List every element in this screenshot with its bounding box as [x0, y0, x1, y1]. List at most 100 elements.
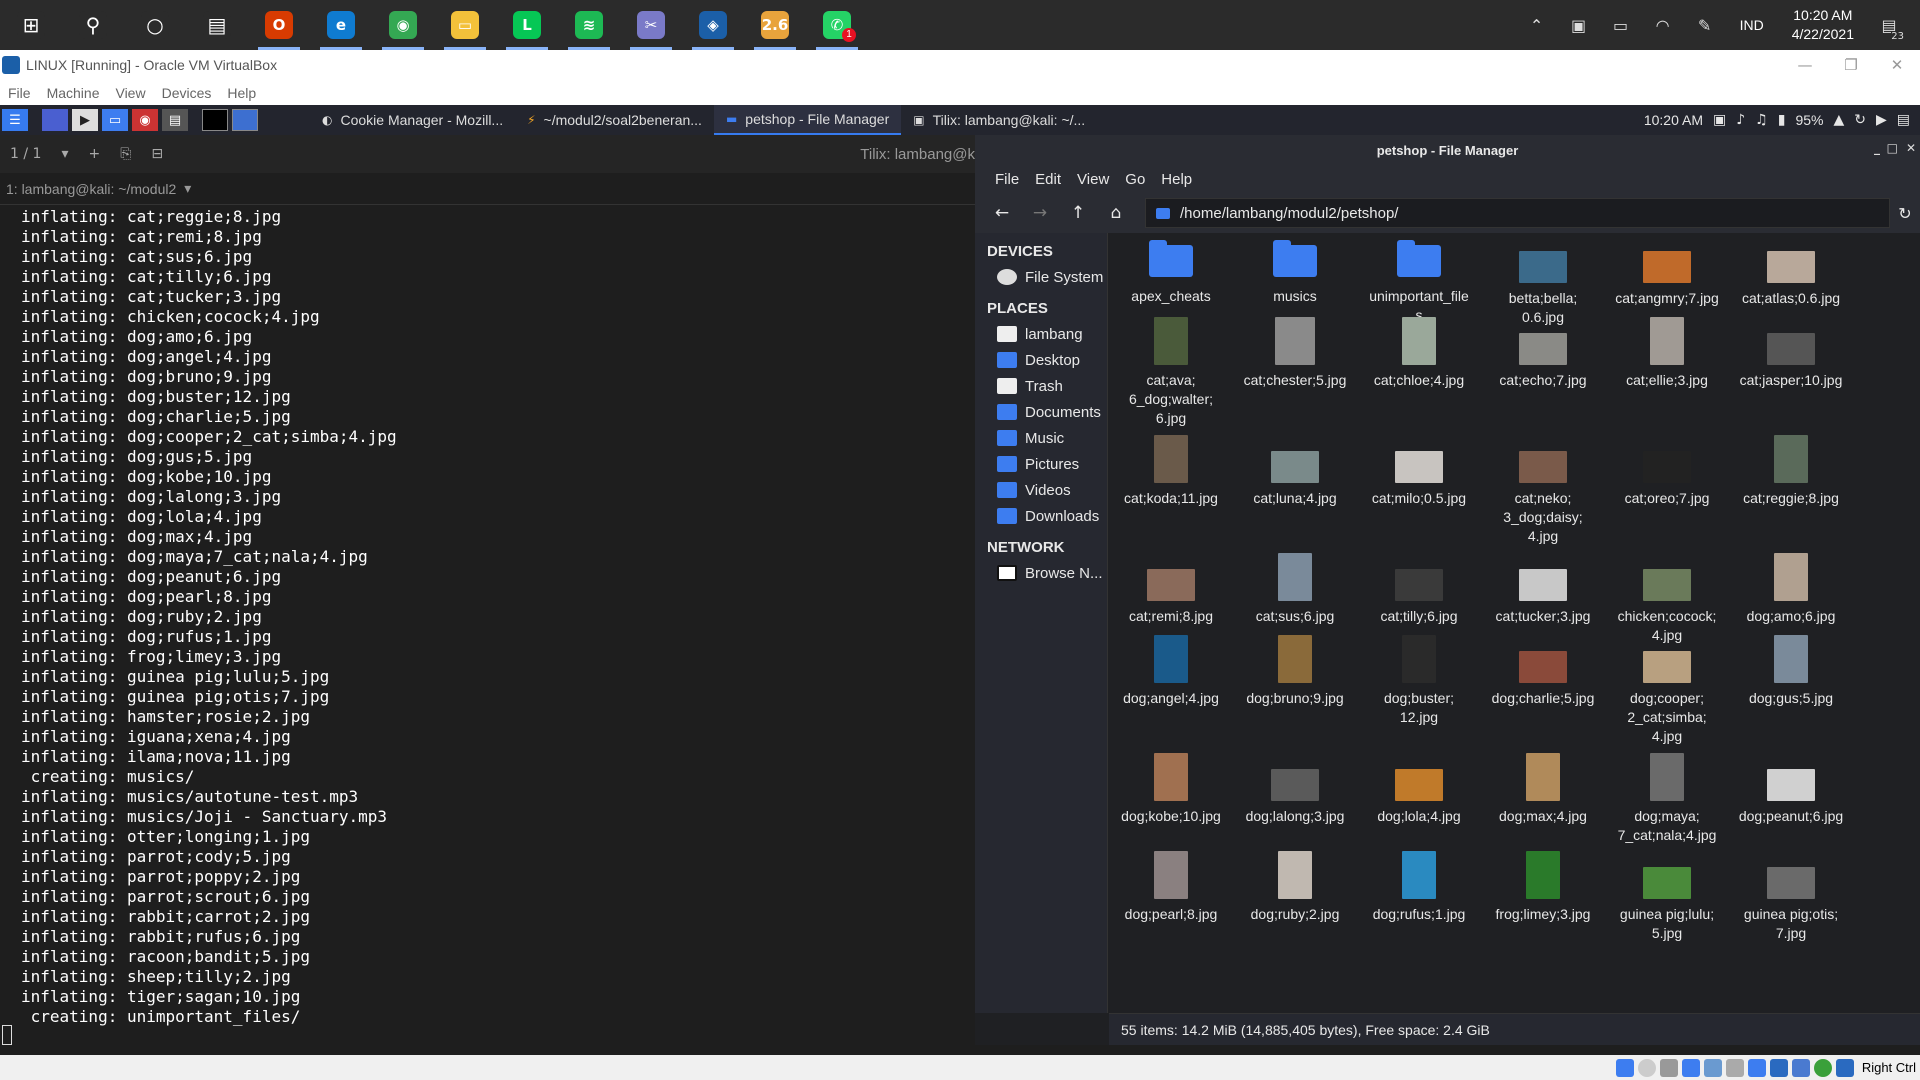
sidebar-item-desktop[interactable]: Desktop: [975, 347, 1107, 373]
add-terminal-icon[interactable]: +: [78, 146, 110, 162]
chevron-down-icon[interactable]: ▾: [51, 146, 78, 162]
file-item[interactable]: dog;lola;4.jpg: [1357, 753, 1481, 826]
sidebar-icon[interactable]: ⊟: [141, 146, 173, 162]
browser-launcher-icon[interactable]: ◉: [132, 109, 158, 131]
chevron-up-icon[interactable]: ⌃: [1516, 0, 1558, 50]
refresh-icon[interactable]: ↻: [1854, 112, 1866, 128]
file-item[interactable]: cat;echo;7.jpg: [1481, 317, 1605, 390]
search-icon[interactable]: ⚲: [62, 0, 124, 50]
fm-menu-help[interactable]: Help: [1153, 171, 1200, 188]
file-item[interactable]: dog;bruno;9.jpg: [1233, 635, 1357, 708]
power-icon[interactable]: ▤: [1897, 112, 1910, 128]
file-item[interactable]: cat;ava; 6_dog;walter; 6.jpg: [1109, 317, 1233, 428]
file-item[interactable]: betta;bella; 0.6.jpg: [1481, 235, 1605, 327]
kali-menu-icon[interactable]: ☰: [2, 109, 28, 131]
file-item[interactable]: cat;angmry;7.jpg: [1605, 235, 1729, 308]
task-cookie-manager[interactable]: ◐ Cookie Manager - Mozill...: [310, 105, 515, 135]
file-item[interactable]: dog;rufus;1.jpg: [1357, 851, 1481, 924]
vbox-menu-devices[interactable]: Devices: [154, 85, 220, 101]
sidebar-item-trash[interactable]: Trash: [975, 373, 1107, 399]
sidebar-item-browse-n-[interactable]: Browse N...: [975, 560, 1107, 586]
mouse-icon[interactable]: [1813, 1058, 1832, 1077]
audio-icon[interactable]: [1659, 1058, 1678, 1077]
vbox-menu-view[interactable]: View: [107, 85, 153, 101]
app-26-icon[interactable]: 2.6: [744, 0, 806, 50]
workspace-icon[interactable]: [42, 109, 68, 131]
file-item[interactable]: cat;tilly;6.jpg: [1357, 553, 1481, 626]
spotify-icon[interactable]: ≋: [558, 0, 620, 50]
reload-button[interactable]: ↻: [1890, 204, 1920, 223]
sidebar-item-music[interactable]: Music: [975, 425, 1107, 451]
file-item[interactable]: dog;peanut;6.jpg: [1729, 753, 1853, 826]
line-icon[interactable]: L: [496, 0, 558, 50]
minimize-button[interactable]: —: [1782, 50, 1828, 80]
screen-icon[interactable]: ▣: [1713, 112, 1726, 128]
shared-folder-icon[interactable]: [1725, 1058, 1744, 1077]
start-icon[interactable]: ⊞: [0, 0, 62, 50]
file-item[interactable]: cat;reggie;8.jpg: [1729, 435, 1853, 508]
vbox-menu-help[interactable]: Help: [219, 85, 264, 101]
terminal-output[interactable]: inflating: cat;reggie;8.jpg inflating: ca…: [0, 205, 975, 1027]
session-counter[interactable]: 1 / 1: [0, 146, 51, 162]
file-item[interactable]: cat;milo;0.5.jpg: [1357, 435, 1481, 508]
sidebar-item-file-system[interactable]: File System: [975, 264, 1107, 290]
location-bar[interactable]: /home/lambang/modul2/petshop/: [1145, 198, 1890, 228]
file-item[interactable]: dog;gus;5.jpg: [1729, 635, 1853, 708]
vbox-menu-machine[interactable]: Machine: [39, 85, 108, 101]
workspace-2-icon[interactable]: [232, 109, 258, 131]
file-item[interactable]: cat;ellie;3.jpg: [1605, 317, 1729, 390]
bell-icon[interactable]: ♫: [1755, 112, 1768, 128]
cpu-icon[interactable]: [1791, 1058, 1810, 1077]
folder-item[interactable]: apex_cheats: [1109, 235, 1233, 306]
network-icon[interactable]: [1681, 1058, 1700, 1077]
office-icon[interactable]: O: [248, 0, 310, 50]
language-indicator[interactable]: IND: [1726, 17, 1778, 33]
battery-icon[interactable]: ▭: [1600, 0, 1642, 50]
task-tilix[interactable]: ▣ Tilix: lambang@kali: ~/...: [901, 105, 1097, 135]
usb-icon[interactable]: [1703, 1058, 1722, 1077]
file-item[interactable]: cat;tucker;3.jpg: [1481, 553, 1605, 626]
file-item[interactable]: cat;chloe;4.jpg: [1357, 317, 1481, 390]
file-item[interactable]: dog;lalong;3.jpg: [1233, 753, 1357, 826]
folder-item[interactable]: musics: [1233, 235, 1357, 306]
home-button[interactable]: ⌂: [1097, 197, 1135, 229]
file-item[interactable]: cat;sus;6.jpg: [1233, 553, 1357, 626]
file-item[interactable]: dog;max;4.jpg: [1481, 753, 1605, 826]
file-item[interactable]: cat;chester;5.jpg: [1233, 317, 1357, 390]
file-item[interactable]: guinea pig;lulu; 5.jpg: [1605, 851, 1729, 943]
file-item[interactable]: dog;ruby;2.jpg: [1233, 851, 1357, 924]
file-explorer-icon[interactable]: ▭: [434, 0, 496, 50]
workspace-1-icon[interactable]: [202, 109, 228, 131]
forward-button[interactable]: →: [1021, 197, 1059, 229]
chevron-down-icon[interactable]: ▾: [184, 181, 191, 197]
recording-icon[interactable]: [1769, 1058, 1788, 1077]
fm-menu-go[interactable]: Go: [1117, 171, 1153, 188]
terminal-launcher-icon[interactable]: ▶: [72, 109, 98, 131]
optical-icon[interactable]: [1637, 1058, 1656, 1077]
new-session-icon[interactable]: ⎘: [110, 146, 141, 162]
file-item[interactable]: dog;amo;6.jpg: [1729, 553, 1853, 626]
file-item[interactable]: dog;maya; 7_cat;nala;4.jpg: [1605, 753, 1729, 845]
up-button[interactable]: ↑: [1059, 197, 1097, 229]
virtualbox-icon[interactable]: ◈: [682, 0, 744, 50]
file-item[interactable]: cat;remi;8.jpg: [1109, 553, 1233, 626]
display-icon[interactable]: [1747, 1058, 1766, 1077]
fm-menu-edit[interactable]: Edit: [1027, 171, 1069, 188]
display-icon[interactable]: ▣: [1558, 0, 1600, 50]
terminal-session-bar[interactable]: 1: lambang@kali: ~/modul2 ▾: [0, 173, 975, 205]
notification-icon[interactable]: ▤ 23: [1868, 0, 1910, 50]
vbox-menu-file[interactable]: File: [0, 85, 39, 101]
sidebar-item-documents[interactable]: Documents: [975, 399, 1107, 425]
file-item[interactable]: cat;luna;4.jpg: [1233, 435, 1357, 508]
file-item[interactable]: dog;cooper; 2_cat;simba; 4.jpg: [1605, 635, 1729, 746]
fm-menu-file[interactable]: File: [987, 171, 1027, 188]
file-item[interactable]: cat;oreo;7.jpg: [1605, 435, 1729, 508]
clock[interactable]: 10:20 AM 4/22/2021: [1778, 6, 1868, 44]
keyboard-icon[interactable]: [1835, 1058, 1854, 1077]
sidebar-item-pictures[interactable]: Pictures: [975, 451, 1107, 477]
sidebar-item-videos[interactable]: Videos: [975, 477, 1107, 503]
pen-icon[interactable]: ✎: [1684, 0, 1726, 50]
file-item[interactable]: dog;pearl;8.jpg: [1109, 851, 1233, 924]
volume-icon[interactable]: ♪: [1736, 112, 1745, 128]
restore-button[interactable]: ❐: [1828, 50, 1874, 80]
